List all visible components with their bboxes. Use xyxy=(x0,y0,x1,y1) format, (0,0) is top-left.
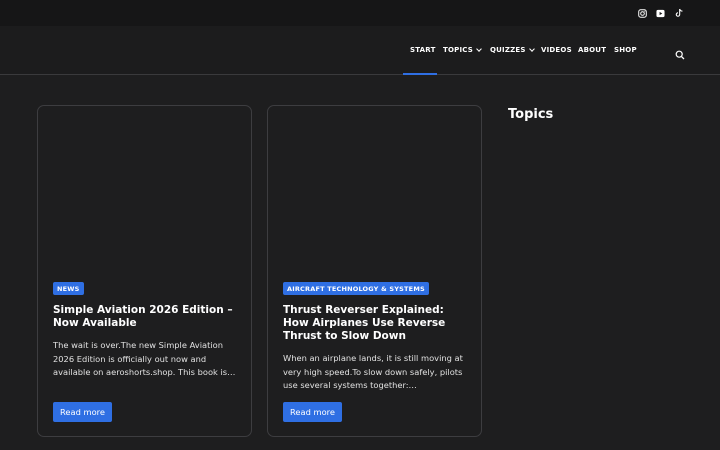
nav-about[interactable]: ABOUT xyxy=(578,45,606,55)
post-excerpt: When an airplane lands, it is still movi… xyxy=(283,353,463,390)
post-card: NEWS Simple Aviation 2026 Edition – Now … xyxy=(37,105,252,437)
post-title[interactable]: Thrust Reverser Explained: How Airplanes… xyxy=(283,304,473,343)
nav-shop[interactable]: SHOP xyxy=(614,45,637,55)
top-bar xyxy=(0,0,720,26)
nav-topics[interactable]: TOPICS xyxy=(443,45,482,55)
nav-label: START xyxy=(410,46,436,54)
instagram-icon[interactable] xyxy=(636,7,648,19)
tiktok-icon[interactable] xyxy=(673,7,685,19)
nav-start[interactable]: START xyxy=(410,45,436,55)
post-excerpt: The wait is over.The new Simple Aviation… xyxy=(53,340,236,377)
category-badge[interactable]: NEWS xyxy=(53,282,84,295)
search-icon[interactable] xyxy=(675,45,685,60)
read-more-button[interactable]: Read more xyxy=(53,402,112,422)
post-card: AIRCRAFT TECHNOLOGY & SYSTEMS Thrust Rev… xyxy=(267,105,482,437)
youtube-icon[interactable] xyxy=(654,7,666,19)
chevron-down-icon xyxy=(476,46,482,52)
nav-label: QUIZZES xyxy=(490,46,526,54)
chevron-down-icon xyxy=(528,46,535,52)
nav-quizzes[interactable]: QUIZZES xyxy=(490,45,535,55)
nav-label: ABOUT xyxy=(578,46,607,54)
sidebar-title: Topics xyxy=(508,107,554,122)
nav-label: SHOP xyxy=(614,46,637,54)
active-nav-indicator xyxy=(403,73,437,75)
nav-label: VIDEOS xyxy=(541,46,572,54)
read-more-button[interactable]: Read more xyxy=(283,402,342,422)
site-header xyxy=(0,26,720,75)
nav-label: TOPICS xyxy=(443,46,473,54)
nav-videos[interactable]: VIDEOS xyxy=(541,45,572,55)
post-title[interactable]: Simple Aviation 2026 Edition – Now Avail… xyxy=(53,304,243,330)
category-badge[interactable]: AIRCRAFT TECHNOLOGY & SYSTEMS xyxy=(283,282,429,295)
